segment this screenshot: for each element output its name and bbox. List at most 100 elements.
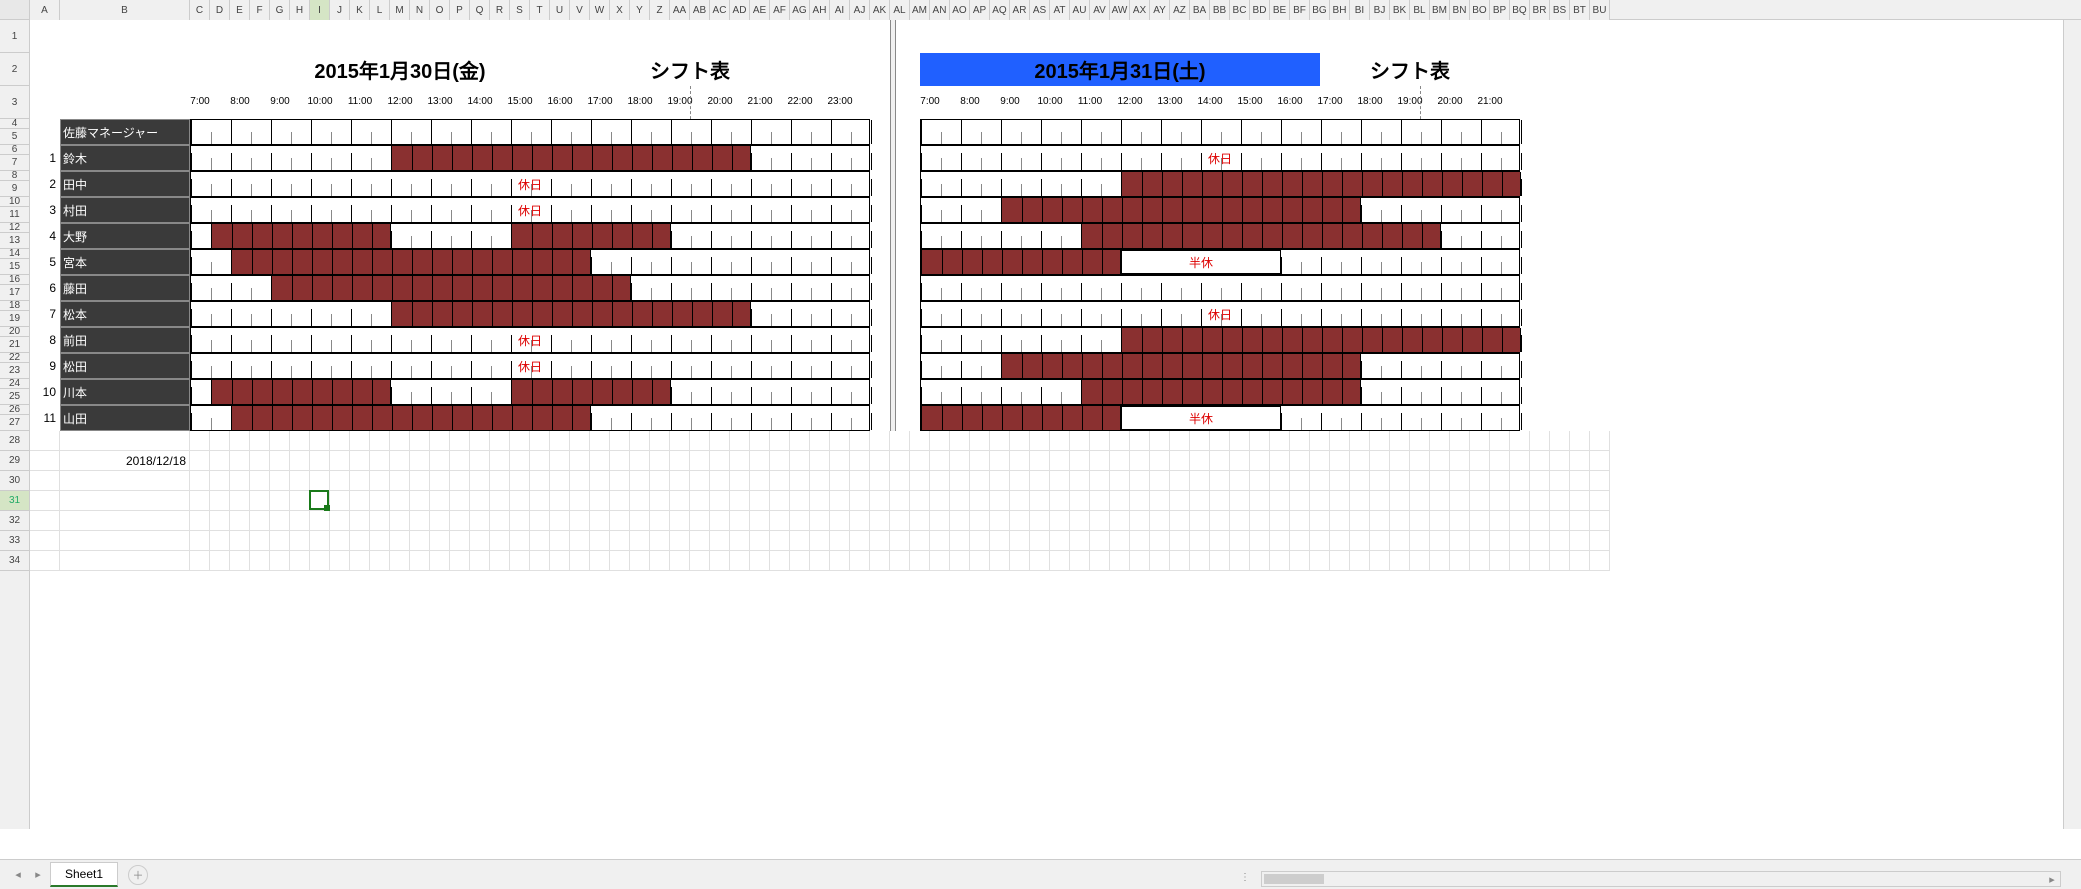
col-head-AR[interactable]: AR bbox=[1010, 0, 1030, 20]
col-head-P[interactable]: P bbox=[450, 0, 470, 20]
col-head-BH[interactable]: BH bbox=[1330, 0, 1350, 20]
day1-row-藤田[interactable] bbox=[190, 275, 870, 301]
col-head-BR[interactable]: BR bbox=[1530, 0, 1550, 20]
col-head-A[interactable]: A bbox=[30, 0, 60, 20]
col-head-AQ[interactable]: AQ bbox=[990, 0, 1010, 20]
col-head-BU[interactable]: BU bbox=[1590, 0, 1610, 20]
day1-row-鈴木[interactable] bbox=[190, 145, 870, 171]
day2-row-大野[interactable] bbox=[920, 223, 1520, 249]
row-head-33[interactable]: 33 bbox=[0, 531, 29, 551]
row-head-8[interactable]: 8 bbox=[0, 171, 29, 181]
row-head-3[interactable]: 3 bbox=[0, 86, 29, 119]
day1-row-宮本[interactable] bbox=[190, 249, 870, 275]
row-head-17[interactable]: 17 bbox=[0, 285, 29, 301]
day1-row-村田[interactable]: 休日 bbox=[190, 197, 870, 223]
row-head-19[interactable]: 19 bbox=[0, 311, 29, 327]
col-head-AT[interactable]: AT bbox=[1050, 0, 1070, 20]
tab-split-handle[interactable]: ⋮ bbox=[1240, 872, 1252, 883]
col-head-AZ[interactable]: AZ bbox=[1170, 0, 1190, 20]
col-head-AE[interactable]: AE bbox=[750, 0, 770, 20]
col-head-Y[interactable]: Y bbox=[630, 0, 650, 20]
vertical-scrollbar[interactable] bbox=[2063, 20, 2081, 829]
col-head-AP[interactable]: AP bbox=[970, 0, 990, 20]
col-head-T[interactable]: T bbox=[530, 0, 550, 20]
row-head-27[interactable]: 27 bbox=[0, 415, 29, 431]
col-head-BC[interactable]: BC bbox=[1230, 0, 1250, 20]
tab-nav-first-icon[interactable]: ◂ bbox=[10, 867, 26, 883]
day1-row-前田[interactable]: 休日 bbox=[190, 327, 870, 353]
row-head-31[interactable]: 31 bbox=[0, 491, 29, 511]
col-head-D[interactable]: D bbox=[210, 0, 230, 20]
col-head-AM[interactable]: AM bbox=[910, 0, 930, 20]
row-head-9[interactable]: 9 bbox=[0, 181, 29, 197]
row-head-2[interactable]: 2 bbox=[0, 53, 29, 86]
col-head-AA[interactable]: AA bbox=[670, 0, 690, 20]
col-head-C[interactable]: C bbox=[190, 0, 210, 20]
row-head-1[interactable]: 1 bbox=[0, 20, 29, 53]
col-head-BT[interactable]: BT bbox=[1570, 0, 1590, 20]
col-head-V[interactable]: V bbox=[570, 0, 590, 20]
row-head-7[interactable]: 7 bbox=[0, 155, 29, 171]
col-head-AO[interactable]: AO bbox=[950, 0, 970, 20]
row-head-11[interactable]: 11 bbox=[0, 207, 29, 223]
row-head-12[interactable]: 12 bbox=[0, 223, 29, 233]
col-head-Z[interactable]: Z bbox=[650, 0, 670, 20]
row-head-15[interactable]: 15 bbox=[0, 259, 29, 275]
select-all-corner[interactable] bbox=[0, 0, 30, 20]
day1-row-山田[interactable] bbox=[190, 405, 870, 431]
col-head-AK[interactable]: AK bbox=[870, 0, 890, 20]
col-head-K[interactable]: K bbox=[350, 0, 370, 20]
grid[interactable]: 2015年1月30日(金)シフト表2015年1月31日(土)シフト表7:008:… bbox=[30, 20, 2081, 829]
row-head-34[interactable]: 34 bbox=[0, 551, 29, 571]
col-head-N[interactable]: N bbox=[410, 0, 430, 20]
col-head-AS[interactable]: AS bbox=[1030, 0, 1050, 20]
row-head-25[interactable]: 25 bbox=[0, 389, 29, 405]
col-head-E[interactable]: E bbox=[230, 0, 250, 20]
day1-row-川本[interactable] bbox=[190, 379, 870, 405]
row-head-20[interactable]: 20 bbox=[0, 327, 29, 337]
col-head-H[interactable]: H bbox=[290, 0, 310, 20]
col-head-BM[interactable]: BM bbox=[1430, 0, 1450, 20]
row-head-13[interactable]: 13 bbox=[0, 233, 29, 249]
col-head-AI[interactable]: AI bbox=[830, 0, 850, 20]
col-head-BQ[interactable]: BQ bbox=[1510, 0, 1530, 20]
col-head-AN[interactable]: AN bbox=[930, 0, 950, 20]
col-head-BJ[interactable]: BJ bbox=[1370, 0, 1390, 20]
col-head-O[interactable]: O bbox=[430, 0, 450, 20]
col-head-R[interactable]: R bbox=[490, 0, 510, 20]
day2-row-藤田[interactable] bbox=[920, 275, 1520, 301]
row-head-5[interactable]: 5 bbox=[0, 129, 29, 145]
row-head-16[interactable]: 16 bbox=[0, 275, 29, 285]
col-head-AH[interactable]: AH bbox=[810, 0, 830, 20]
col-head-W[interactable]: W bbox=[590, 0, 610, 20]
col-head-BB[interactable]: BB bbox=[1210, 0, 1230, 20]
col-head-BD[interactable]: BD bbox=[1250, 0, 1270, 20]
col-head-BF[interactable]: BF bbox=[1290, 0, 1310, 20]
col-head-AY[interactable]: AY bbox=[1150, 0, 1170, 20]
col-head-U[interactable]: U bbox=[550, 0, 570, 20]
row-head-24[interactable]: 24 bbox=[0, 379, 29, 389]
col-head-X[interactable]: X bbox=[610, 0, 630, 20]
day1-row-大野[interactable] bbox=[190, 223, 870, 249]
col-head-F[interactable]: F bbox=[250, 0, 270, 20]
day2-row-田中[interactable] bbox=[920, 171, 1520, 197]
col-head-I[interactable]: I bbox=[310, 0, 330, 20]
col-head-AG[interactable]: AG bbox=[790, 0, 810, 20]
col-head-AV[interactable]: AV bbox=[1090, 0, 1110, 20]
day2-row-鈴木[interactable]: 休日 bbox=[920, 145, 1520, 171]
col-head-J[interactable]: J bbox=[330, 0, 350, 20]
day1-row-松本[interactable] bbox=[190, 301, 870, 327]
col-head-BI[interactable]: BI bbox=[1350, 0, 1370, 20]
col-head-AL[interactable]: AL bbox=[890, 0, 910, 20]
row-head-28[interactable]: 28 bbox=[0, 431, 29, 451]
col-head-BN[interactable]: BN bbox=[1450, 0, 1470, 20]
col-head-AU[interactable]: AU bbox=[1070, 0, 1090, 20]
col-head-Q[interactable]: Q bbox=[470, 0, 490, 20]
col-head-BP[interactable]: BP bbox=[1490, 0, 1510, 20]
col-head-M[interactable]: M bbox=[390, 0, 410, 20]
col-head-AD[interactable]: AD bbox=[730, 0, 750, 20]
row-head-10[interactable]: 10 bbox=[0, 197, 29, 207]
col-head-BG[interactable]: BG bbox=[1310, 0, 1330, 20]
col-head-BK[interactable]: BK bbox=[1390, 0, 1410, 20]
col-head-G[interactable]: G bbox=[270, 0, 290, 20]
